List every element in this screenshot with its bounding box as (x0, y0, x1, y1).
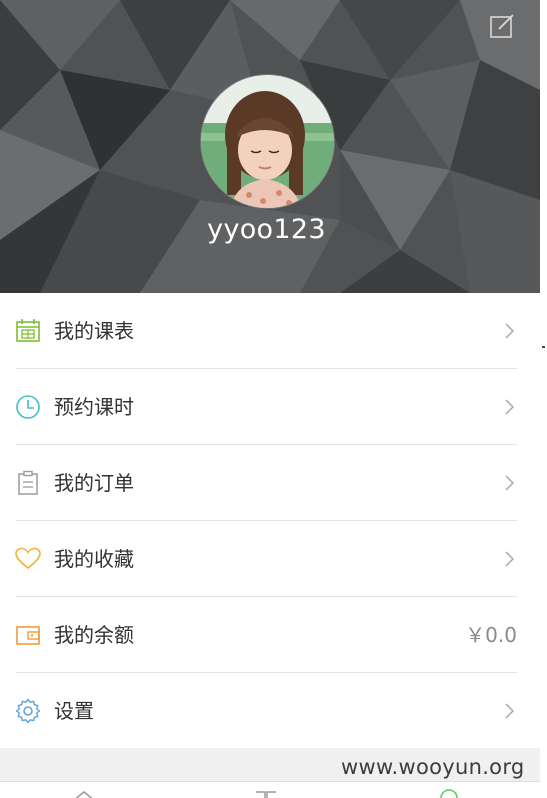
menu-item-settings[interactable]: 设置 (0, 673, 540, 749)
edge-mark (542, 346, 545, 348)
username: yyoo123 (207, 214, 326, 245)
chevron-right-icon (505, 551, 515, 567)
menu-item-label: 设置 (54, 699, 94, 723)
menu-item-label: 我的课表 (54, 319, 134, 343)
home-icon[interactable] (72, 788, 96, 798)
bottom-nav (0, 781, 540, 798)
balance-value: ￥0.0 (465, 623, 517, 647)
chevron-right-icon (505, 399, 515, 415)
avatar-image (201, 75, 334, 208)
edit-profile-icon[interactable] (488, 12, 516, 40)
avatar[interactable] (200, 74, 335, 209)
screen-edge (540, 0, 547, 798)
gear-icon (15, 698, 41, 724)
watermark: www.wooyun.org (341, 755, 525, 779)
book-icon[interactable] (254, 788, 278, 798)
menu-item-balance[interactable]: 我的余额 ￥0.0 (0, 597, 540, 673)
profile-screen: yyoo123 我的课表 预约课时 我的订单 我的收藏 我的余额 ￥0.0 设置 (0, 0, 540, 798)
wallet-icon (16, 626, 40, 645)
menu-item-label: 我的订单 (54, 471, 134, 495)
menu-item-book-lessons[interactable]: 预约课时 (0, 369, 540, 445)
menu-item-label: 预约课时 (54, 395, 134, 419)
profile-tab-icon[interactable] (437, 788, 461, 798)
chevron-right-icon (505, 323, 515, 339)
profile-header: yyoo123 (0, 0, 540, 293)
menu-item-label: 我的收藏 (54, 547, 134, 571)
menu-item-my-schedule[interactable]: 我的课表 (0, 293, 540, 369)
profile-menu: 我的课表 预约课时 我的订单 我的收藏 我的余额 ￥0.0 设置 (0, 293, 540, 748)
clipboard-icon (18, 470, 38, 495)
menu-item-my-orders[interactable]: 我的订单 (0, 445, 540, 521)
heart-icon (15, 547, 41, 570)
chevron-right-icon (505, 475, 515, 491)
calendar-icon (16, 319, 40, 342)
chevron-right-icon (505, 703, 515, 719)
menu-item-favorites[interactable]: 我的收藏 (0, 521, 540, 597)
menu-item-label: 我的余额 (54, 623, 134, 647)
clock-icon (16, 395, 40, 419)
